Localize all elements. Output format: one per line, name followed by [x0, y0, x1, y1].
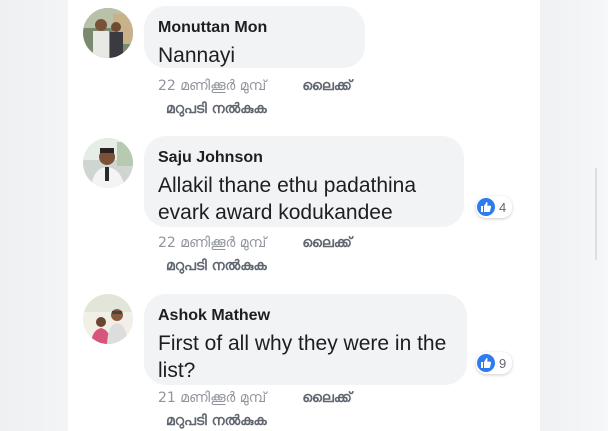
comment-bubble: Monuttan Mon Nannayi — [144, 6, 365, 68]
comment-timestamp[interactable]: 22 മണിക്കൂർ മുമ്പ് — [158, 235, 266, 251]
divider — [595, 168, 597, 260]
comment-author[interactable]: Ashok Mathew — [158, 306, 451, 326]
thumbs-up-icon — [477, 198, 495, 216]
avatar-photo-icon — [83, 8, 133, 58]
comment-meta: 22 മണിക്കൂർ മുമ്പ് ലൈക്ക് — [158, 78, 352, 94]
comment-meta: 21 മണിക്കൂർ മുമ്പ് ലൈക്ക് — [158, 390, 352, 406]
comment-bubble: Ashok Mathew First of all why they were … — [144, 294, 467, 385]
comment-timestamp[interactable]: 22 മണിക്കൂർ മുമ്പ് — [158, 78, 266, 94]
reply-link[interactable]: മറുപടി നൽകുക — [166, 258, 267, 274]
reaction-badge[interactable]: 4 — [476, 196, 513, 218]
reply-link[interactable]: മറുപടി നൽകുക — [166, 101, 267, 117]
avatar-photo-icon — [83, 138, 133, 188]
reply-link[interactable]: മറുപടി നൽകുക — [166, 413, 267, 429]
comment-text-line: Allakil thane ethu padathina — [158, 174, 417, 197]
reaction-badge[interactable]: 9 — [476, 352, 513, 374]
avatar-photo-icon — [83, 294, 133, 344]
thumbs-up-icon — [477, 354, 495, 372]
comment-text: Nannayi — [158, 44, 236, 67]
like-link[interactable]: ലൈക്ക് — [302, 390, 352, 406]
like-link[interactable]: ലൈക്ക് — [302, 235, 352, 251]
comment-text-line: First of all why they were in the — [158, 332, 447, 355]
comment-bubble: Saju Johnson Allakil thane ethu padathin… — [144, 136, 464, 227]
comment-meta: 22 മണിക്കൂർ മുമ്പ് ലൈക്ക് — [158, 235, 352, 251]
like-link[interactable]: ലൈക്ക് — [302, 78, 352, 94]
avatar[interactable] — [83, 8, 133, 58]
avatar[interactable] — [83, 294, 133, 344]
background-right — [540, 0, 608, 431]
comment-text-line: evark award kodukandee — [158, 201, 393, 224]
comment-timestamp[interactable]: 21 മണിക്കൂർ മുമ്പ് — [158, 390, 266, 406]
reaction-count: 4 — [499, 199, 507, 215]
comment-author[interactable]: Monuttan Mon — [158, 18, 349, 38]
comment-author[interactable]: Saju Johnson — [158, 148, 448, 168]
reaction-count: 9 — [499, 355, 507, 371]
comment-text-line: list? — [158, 359, 196, 382]
comments-panel: Monuttan Mon Nannayi 22 മണിക്കൂർ മുമ്പ് ല… — [68, 0, 597, 431]
avatar[interactable] — [83, 138, 133, 188]
background-left — [0, 0, 68, 431]
